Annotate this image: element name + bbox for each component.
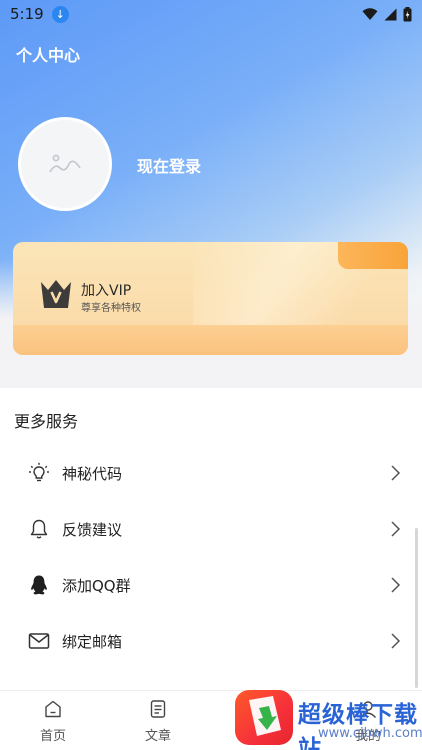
signal-icon xyxy=(384,8,397,20)
service-label: 反馈建议 xyxy=(62,520,123,539)
vip-corner-tag xyxy=(338,242,408,269)
nav-tab-home[interactable]: 首页 xyxy=(23,699,83,744)
nav-tab-articles[interactable]: 文章 xyxy=(128,699,188,744)
download-arrow-icon xyxy=(249,696,281,736)
service-item-feedback[interactable]: 反馈建议 xyxy=(0,503,422,555)
scrollbar[interactable] xyxy=(415,528,418,688)
chevron-right-icon xyxy=(391,521,401,537)
service-label: 添加QQ群 xyxy=(62,576,131,595)
nav-label: 文章 xyxy=(144,729,171,744)
lightbulb-icon xyxy=(29,462,49,482)
service-label: 神秘代码 xyxy=(62,464,123,483)
login-link[interactable]: 现在登录 xyxy=(137,153,201,177)
article-icon xyxy=(150,700,166,718)
mail-icon xyxy=(28,633,50,649)
chevron-right-icon xyxy=(391,465,401,481)
vip-card[interactable]: 加入VIP 尊享各种特权 xyxy=(13,242,408,355)
battery-icon xyxy=(403,6,412,21)
watermark-url: www.cjbwh.com xyxy=(318,726,422,741)
service-item-qq-group[interactable]: 添加QQ群 xyxy=(0,559,422,611)
qq-icon xyxy=(31,575,47,595)
image-placeholder-icon xyxy=(49,154,81,173)
vip-bottom-band xyxy=(13,325,408,355)
watermark-brand: 超级棒下载站 xyxy=(298,702,418,750)
avatar[interactable] xyxy=(18,117,112,211)
service-label: 绑定邮箱 xyxy=(62,632,123,651)
nav-label: 首页 xyxy=(39,729,66,744)
vip-title: 加入VIP xyxy=(81,283,132,299)
status-bar: 5:19 ↓ xyxy=(0,0,422,28)
status-icons xyxy=(362,6,412,22)
service-item-bind-email[interactable]: 绑定邮箱 xyxy=(0,615,422,667)
chevron-right-icon xyxy=(391,577,401,593)
bell-icon xyxy=(30,519,48,539)
home-icon xyxy=(45,700,61,718)
service-item-secret-code[interactable]: 神秘代码 xyxy=(0,447,422,499)
services-title: 更多服务 xyxy=(14,412,79,431)
download-icon: ↓ xyxy=(51,5,69,23)
wifi-icon xyxy=(362,7,378,20)
chevron-right-icon xyxy=(391,633,401,649)
watermark-logo xyxy=(235,690,293,745)
status-time: 5:19 xyxy=(10,5,44,23)
page-title: 个人中心 xyxy=(16,46,81,65)
crown-icon xyxy=(41,280,71,308)
vip-subtitle: 尊享各种特权 xyxy=(81,303,141,314)
